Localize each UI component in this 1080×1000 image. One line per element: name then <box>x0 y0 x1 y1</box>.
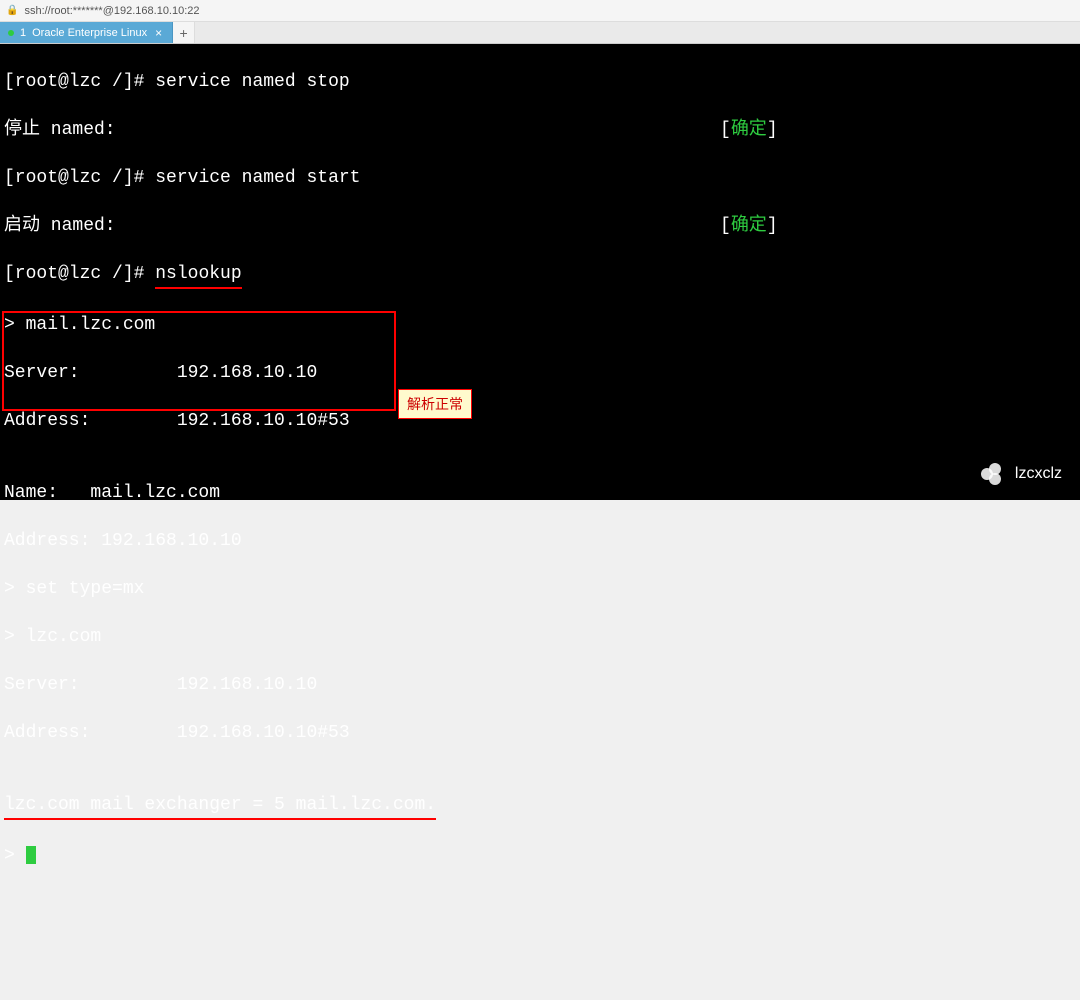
command-highlighted: nslookup <box>155 262 241 289</box>
address-bar: 🔒 ssh://root:*******@192.168.10.10:22 <box>0 0 1080 22</box>
bracket: [ <box>720 216 731 236</box>
output-text: 启动 named: <box>4 216 116 236</box>
output-highlighted: lzc.com mail exchanger = 5 mail.lzc.com. <box>4 793 436 820</box>
terminal-line: [root@lzc /]# service named start <box>4 166 1076 190</box>
terminal-line: Name: mail.lzc.com <box>4 481 1076 505</box>
terminal-line: [root@lzc /]# service named stop <box>4 70 1076 94</box>
prompt: > <box>4 846 26 866</box>
watermark: lzcxclz <box>981 462 1062 486</box>
wechat-icon <box>981 463 1007 485</box>
command: service named start <box>155 168 360 188</box>
terminal-line: > lzc.com <box>4 625 1076 649</box>
new-tab-button[interactable]: + <box>173 22 195 43</box>
status-dot-icon <box>8 30 14 36</box>
prompt: [root@lzc /]# <box>4 72 155 92</box>
address-url: ssh://root:*******@192.168.10.10:22 <box>24 5 199 17</box>
terminal-line: > <box>4 844 1076 868</box>
tab-bar: 1 Oracle Enterprise Linux × + <box>0 22 1080 44</box>
close-icon[interactable]: × <box>153 26 164 40</box>
terminal-line: [root@lzc /]# nslookup <box>4 262 1076 289</box>
terminal-line: > set type=mx <box>4 577 1076 601</box>
status-ok: 确定 <box>731 216 767 236</box>
lock-icon: 🔒 <box>6 5 18 16</box>
bracket: ] <box>767 120 778 140</box>
tab-title: Oracle Enterprise Linux <box>32 27 147 39</box>
command: service named stop <box>155 72 349 92</box>
terminal-line: Address: 192.168.10.10#53 <box>4 409 1076 433</box>
prompt: [root@lzc /]# <box>4 168 155 188</box>
terminal-line: Server: 192.168.10.10 <box>4 361 1076 385</box>
watermark-text: lzcxclz <box>1015 462 1062 486</box>
cursor-icon <box>26 846 36 864</box>
terminal-line: Address: 192.168.10.10#53 <box>4 721 1076 745</box>
terminal-line: Server: 192.168.10.10 <box>4 673 1076 697</box>
bracket: [ <box>720 120 731 140</box>
terminal[interactable]: [root@lzc /]# service named stop 停止 name… <box>0 44 1080 500</box>
bracket: ] <box>767 216 778 236</box>
plus-icon: + <box>180 25 188 41</box>
terminal-line: > mail.lzc.com <box>4 313 1076 337</box>
terminal-line: 启动 named: [确定] <box>4 214 1076 238</box>
annotation-label: 解析正常 <box>398 389 472 419</box>
status-ok: 确定 <box>731 120 767 140</box>
tab-active[interactable]: 1 Oracle Enterprise Linux × <box>0 22 173 43</box>
output-text: 停止 named: <box>4 120 116 140</box>
terminal-line: 停止 named: [确定] <box>4 118 1076 142</box>
prompt: [root@lzc /]# <box>4 264 155 284</box>
terminal-line: Address: 192.168.10.10 <box>4 529 1076 553</box>
tab-index: 1 <box>20 27 26 39</box>
terminal-line: lzc.com mail exchanger = 5 mail.lzc.com. <box>4 793 1076 820</box>
